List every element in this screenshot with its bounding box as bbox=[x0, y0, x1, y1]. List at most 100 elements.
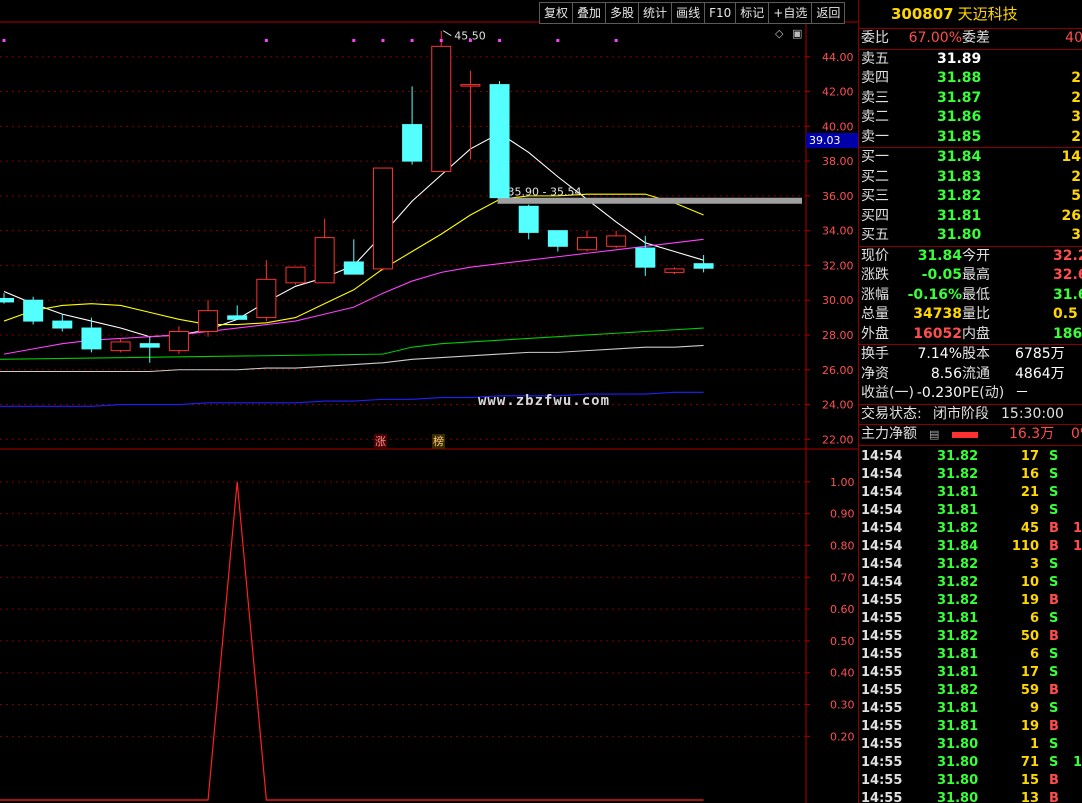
ma-line-4 bbox=[0, 327, 704, 360]
tick-side: S bbox=[1049, 754, 1059, 770]
price-tick-label: 30.00 bbox=[822, 294, 854, 307]
quote-label-2: 最低 bbox=[962, 286, 990, 303]
ask-row: 卖二 31.86 3 bbox=[859, 108, 1082, 128]
tick-time: 14:54 bbox=[861, 574, 903, 590]
finance-label: 收益(一) bbox=[861, 385, 914, 401]
chart-toolbar: 复权 叠加 多股 统计 画线 F10 标记 +自选 返回 bbox=[539, 2, 846, 24]
price-tick-label: 42.00 bbox=[822, 86, 854, 99]
signal-dot bbox=[556, 39, 560, 42]
ma-line-1 bbox=[3, 132, 704, 338]
quote-value: 34738 bbox=[913, 306, 962, 322]
tick-time: 14:54 bbox=[861, 466, 903, 482]
mark-button[interactable]: 标记 bbox=[735, 2, 770, 24]
main-flow-bar bbox=[952, 432, 978, 438]
bid-label: 买四 bbox=[861, 207, 889, 224]
add-watchlist-button[interactable]: +自选 bbox=[768, 2, 813, 24]
tick-time: 14:55 bbox=[861, 592, 903, 608]
signal-dot bbox=[614, 39, 618, 42]
fuquan-button[interactable]: 复权 bbox=[539, 2, 574, 24]
price-tick-label: 44.00 bbox=[822, 51, 854, 64]
tick-row: 14:55 31.80 1 S bbox=[859, 736, 1082, 754]
tick-price: 31.84 bbox=[937, 538, 979, 554]
ask-price: 31.85 bbox=[937, 128, 982, 145]
ask-row: 卖一 31.85 2 bbox=[859, 128, 1082, 148]
tick-row: 14:54 31.82 16 S bbox=[859, 466, 1082, 484]
tick-side: S bbox=[1049, 556, 1059, 572]
price-tick-label: 24.00 bbox=[822, 399, 854, 412]
tick-time: 14:55 bbox=[861, 664, 903, 680]
tick-side: B bbox=[1049, 520, 1059, 536]
tick-price: 31.81 bbox=[937, 484, 979, 500]
bid-row: 买五 31.80 3 bbox=[859, 226, 1082, 246]
bid-label: 买三 bbox=[861, 188, 889, 204]
candle-body bbox=[168, 331, 189, 352]
back-button[interactable]: 返回 bbox=[811, 2, 846, 24]
trade-status-row: 交易状态: 闭市阶段 15:30:00 bbox=[859, 405, 1082, 425]
tick-volume: 17 bbox=[1020, 448, 1039, 464]
tick-volume: 3 bbox=[1029, 556, 1039, 572]
tick-count: 1 bbox=[1073, 538, 1082, 554]
statistics-button[interactable]: 统计 bbox=[638, 2, 673, 24]
price-tick-label: 34.00 bbox=[822, 225, 854, 238]
quote-label-2: 今开 bbox=[962, 247, 990, 264]
tick-volume: 19 bbox=[1020, 592, 1039, 608]
signal-dot bbox=[498, 39, 502, 42]
draw-line-button[interactable]: 画线 bbox=[671, 2, 706, 24]
signal-dot bbox=[264, 39, 268, 42]
tick-row: 14:55 31.82 50 B bbox=[859, 628, 1082, 646]
candle-body bbox=[139, 343, 160, 348]
finance-row: 收益(一) -0.230 PE(动) － bbox=[859, 384, 1082, 404]
quote-value: 31.84 bbox=[917, 247, 962, 264]
tick-volume: 59 bbox=[1020, 682, 1039, 698]
ask-label: 卖一 bbox=[861, 128, 889, 145]
kline-chart[interactable]: 44.00 42.00 40.00 38.00 36.00 34.00 32.00 30.00… bbox=[0, 0, 859, 803]
bid-row: 买二 31.83 2 bbox=[859, 168, 1082, 188]
indicator-tick-label: 0.30 bbox=[830, 699, 855, 712]
tick-price: 31.82 bbox=[937, 682, 979, 698]
tick-side: B bbox=[1049, 592, 1059, 608]
window-icon[interactable]: ▣ bbox=[792, 27, 802, 40]
tick-volume: 17 bbox=[1020, 664, 1039, 680]
tick-side: S bbox=[1049, 664, 1059, 680]
tick-side: S bbox=[1049, 610, 1059, 626]
tick-row: 14:55 31.81 9 S bbox=[859, 700, 1082, 718]
limit-up-tag: 涨 bbox=[374, 434, 387, 449]
candle-body bbox=[635, 247, 656, 268]
tick-row: 14:54 31.82 45 B 1 bbox=[859, 520, 1082, 538]
tick-price: 31.81 bbox=[937, 700, 979, 716]
signal-dot bbox=[410, 39, 414, 42]
ask-volume: 3 bbox=[1071, 109, 1081, 125]
main-flow-label: 主力净额 bbox=[861, 426, 917, 442]
main-flow-value: 16.3万 bbox=[1009, 426, 1055, 442]
multi-stock-button[interactable]: 多股 bbox=[605, 2, 640, 24]
candle-body bbox=[664, 268, 685, 273]
ask-row: 卖五 31.89 bbox=[859, 50, 1082, 70]
f10-button[interactable]: F10 bbox=[704, 2, 737, 24]
tick-list[interactable]: 14:54 31.82 17 S 14:54 31.82 16 S 14:54 31.81 21 S 1… bbox=[859, 446, 1082, 803]
diamond-icon[interactable]: ◇ bbox=[775, 27, 783, 40]
tick-price: 31.82 bbox=[937, 520, 979, 536]
candle-body bbox=[577, 237, 597, 251]
tick-volume: 19 bbox=[1020, 718, 1039, 734]
indicator-tick-label: 0.90 bbox=[830, 508, 855, 521]
tick-time: 14:55 bbox=[861, 790, 903, 803]
tick-time: 14:55 bbox=[861, 682, 903, 698]
trade-status-value: 闭市阶段 bbox=[933, 405, 989, 422]
bid-volume: 3 bbox=[1071, 227, 1081, 243]
list-icon[interactable]: ▤ bbox=[929, 425, 939, 445]
overlay-button[interactable]: 叠加 bbox=[572, 2, 607, 24]
tick-price: 31.80 bbox=[937, 754, 979, 770]
tick-price: 31.81 bbox=[937, 502, 979, 518]
tick-side: B bbox=[1049, 682, 1059, 698]
candle-body bbox=[402, 124, 423, 162]
finance-value: 8.56 bbox=[930, 365, 962, 382]
ask-price: 31.88 bbox=[937, 70, 982, 86]
tick-price: 31.81 bbox=[937, 646, 979, 662]
tick-side: S bbox=[1049, 466, 1059, 482]
tick-price: 31.81 bbox=[937, 664, 979, 680]
ask-row: 卖四 31.88 2 bbox=[859, 69, 1082, 89]
tick-side: S bbox=[1049, 700, 1059, 716]
weicha-value: 40 bbox=[1065, 30, 1082, 46]
high-marker-line bbox=[442, 30, 452, 37]
quote-value-2: 31.6 bbox=[1053, 286, 1082, 303]
